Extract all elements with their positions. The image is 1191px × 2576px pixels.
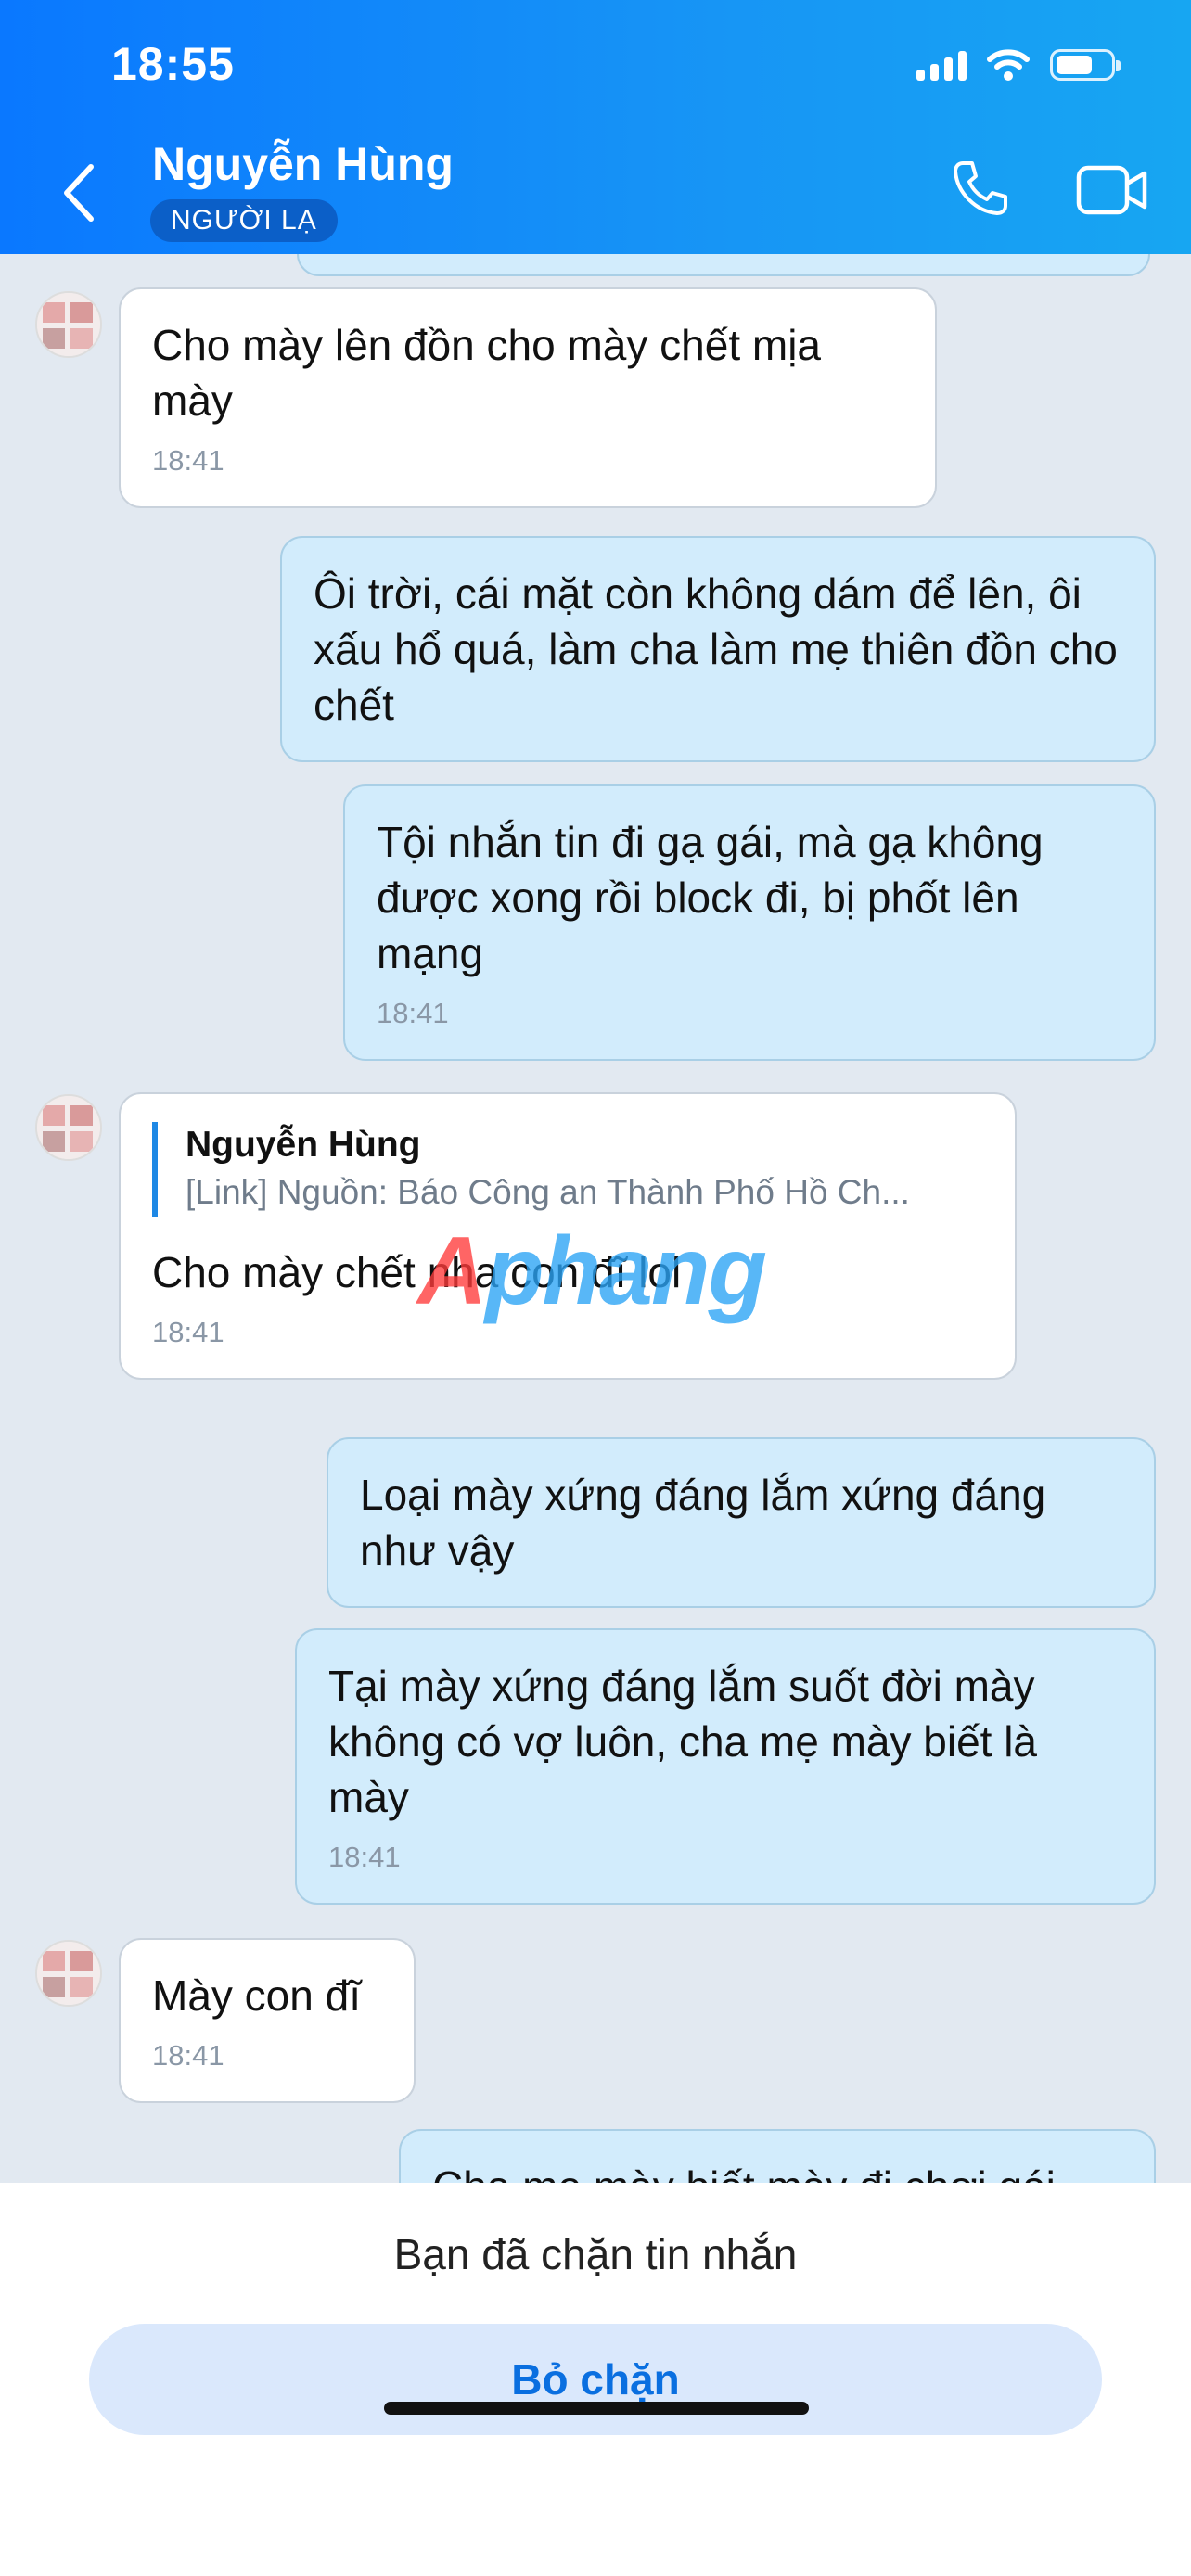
quoted-sender: Nguyễn Hùng bbox=[186, 1125, 421, 1165]
avatar-image-icon bbox=[37, 293, 100, 356]
message-text: Tại mày xứng đáng lắm suốt đời mày không… bbox=[328, 1662, 1038, 1821]
phone-call-icon[interactable] bbox=[950, 158, 1011, 219]
message-text: Tội nhắn tin đi gạ gái, mà gạ không được… bbox=[377, 818, 1044, 977]
wifi-icon bbox=[987, 49, 1030, 81]
message-bubble-partial bbox=[297, 254, 1150, 276]
message-time: 18:41 bbox=[377, 997, 449, 1029]
avatar[interactable] bbox=[35, 1094, 102, 1161]
quoted-message[interactable]: Nguyễn Hùng [Link] Nguồn: Báo Công an Th… bbox=[152, 1122, 983, 1217]
message-text: Cha mẹ mày biết mày đi chơi gái bbox=[432, 2162, 1056, 2183]
quoted-text: [Link] Nguồn: Báo Công an Thành Phố Hồ C… bbox=[186, 1173, 910, 1211]
avatar[interactable] bbox=[35, 1940, 102, 2007]
watermark-logo: Aphang bbox=[417, 1218, 767, 1325]
status-icons bbox=[916, 48, 1121, 82]
sent-message[interactable]: Cha mẹ mày biết mày đi chơi gái bbox=[399, 2129, 1156, 2183]
message-text: Mày con đĩ bbox=[152, 1971, 361, 2020]
avatar-image-icon bbox=[37, 1096, 100, 1159]
sent-message[interactable]: Tội nhắn tin đi gạ gái, mà gạ không được… bbox=[343, 784, 1156, 1061]
blocked-notice: Bạn đã chặn tin nhắn bbox=[393, 2230, 798, 2278]
message-text: Loại mày xứng đáng lắm xứng đáng như vậy bbox=[360, 1471, 1046, 1575]
message-text: Ôi trời, cái mặt còn không dám để lên, ô… bbox=[314, 569, 1118, 729]
received-message[interactable]: Mày con đĩ 18:41 bbox=[119, 1938, 416, 2103]
message-time: 18:41 bbox=[152, 2039, 224, 2072]
contact-name[interactable]: Nguyễn Hùng bbox=[152, 137, 454, 191]
chat-header: 18:55 Nguyễn Hùng NGƯỜI LẠ bbox=[0, 0, 1191, 254]
sent-message[interactable]: Loại mày xứng đáng lắm xứng đáng như vậy bbox=[327, 1437, 1156, 1608]
sent-message[interactable]: Ôi trời, cái mặt còn không dám để lên, ô… bbox=[280, 536, 1156, 762]
unblock-button[interactable]: Bỏ chặn bbox=[89, 2324, 1102, 2435]
video-call-icon[interactable] bbox=[1076, 163, 1148, 217]
cellular-signal-icon bbox=[916, 49, 967, 81]
message-time: 18:41 bbox=[328, 1841, 401, 1873]
sent-message[interactable]: Tại mày xứng đáng lắm suốt đời mày không… bbox=[295, 1628, 1156, 1905]
avatar[interactable] bbox=[35, 291, 102, 358]
status-time: 18:55 bbox=[111, 38, 235, 90]
battery-icon bbox=[1050, 49, 1121, 81]
message-time: 18:41 bbox=[152, 444, 224, 477]
message-text: Cho mày lên đồn cho mày chết mịa mày bbox=[152, 321, 822, 425]
received-message[interactable]: Cho mày lên đồn cho mày chết mịa mày 18:… bbox=[119, 287, 937, 508]
back-arrow-icon[interactable] bbox=[56, 156, 102, 230]
message-list[interactable]: Cho mày lên đồn cho mày chết mịa mày 18:… bbox=[0, 254, 1191, 2183]
avatar-image-icon bbox=[37, 1942, 100, 2005]
home-indicator[interactable] bbox=[384, 2402, 809, 2415]
stranger-badge: NGƯỜI LẠ bbox=[150, 199, 338, 242]
blocked-footer: Bạn đã chặn tin nhắn Bỏ chặn bbox=[0, 2183, 1191, 2576]
